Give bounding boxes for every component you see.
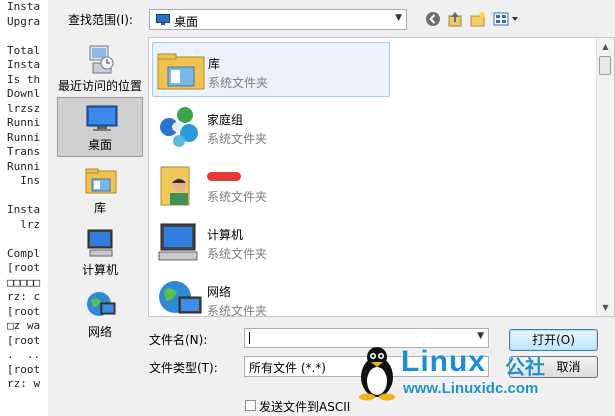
watermark-url: www.Linuxidc.com (403, 380, 539, 397)
network-icon (159, 281, 202, 314)
terminal-line: Insta (7, 0, 41, 13)
up-folder-icon[interactable] (446, 10, 464, 28)
terminal-line: . .. (7, 348, 41, 361)
terminal-line: □z wa (7, 319, 41, 332)
item-name: 家庭组 (207, 113, 244, 127)
lookin-value: 桌面 (174, 15, 199, 29)
item-type: 系统文件夹 (207, 304, 268, 317)
terminal-line: lrz (7, 217, 41, 231)
scroll-up-icon[interactable]: ▲ (597, 38, 614, 55)
terminal-line: Ins (7, 174, 41, 187)
place-desktop[interactable]: 桌面 (57, 97, 143, 157)
terminal-line: Runni (7, 116, 41, 129)
filetype-value: 所有文件 (*.*) (249, 361, 326, 375)
watermark-cn: 公社 (505, 355, 545, 379)
vertical-scrollbar[interactable]: ▲ ▼ (596, 38, 614, 316)
filename-label: 文件名(N): (149, 333, 208, 347)
chevron-down-icon[interactable]: ▼ (477, 331, 484, 341)
watermark-linux: Linux (401, 345, 486, 378)
filetype-label: 文件类型(T): (149, 361, 218, 375)
terminal-line: rz: w (7, 377, 41, 390)
place-label: 库 (93, 201, 106, 215)
place-label: 网络 (87, 325, 112, 339)
item-type: 系统文件夹 (207, 132, 268, 146)
homegroup-icon (160, 107, 198, 147)
file-list: 库 系统文件夹 家庭组 系统文件夹 系统文件夹 计算机 系统文件夹 网络 系统文… (148, 37, 615, 317)
terminal-line: Runni (7, 159, 41, 173)
desktop-small-icon (156, 14, 170, 25)
lookin-label: 查找范围(I): (68, 13, 133, 27)
back-icon[interactable] (424, 10, 442, 28)
user-folder-icon (160, 166, 190, 206)
places-bar: 最近访问的位置 桌面 库 计算机 网络 (54, 37, 146, 339)
terminal-line: [root (7, 362, 41, 376)
list-item[interactable]: 系统文件夹 (152, 157, 390, 212)
chevron-down-icon[interactable]: ▼ (395, 13, 402, 23)
terminal-line: □□□□□ (7, 275, 41, 289)
lookin-toolbar: 查找范围(I): 桌面 ▼ (48, 0, 615, 38)
item-type: 系统文件夹 (207, 247, 268, 261)
place-libraries[interactable]: 库 (57, 161, 143, 221)
redaction-mark (207, 172, 241, 181)
scroll-down-icon[interactable]: ▼ (597, 299, 614, 316)
linux-watermark: Linux 公社 www.Linuxidc.com (355, 345, 575, 405)
tux-penguin-logo (359, 347, 395, 401)
terminal-line: [root (7, 333, 41, 347)
place-network[interactable]: 网络 (57, 285, 143, 345)
terminal-line: [root (7, 304, 41, 318)
send-ascii-checkbox[interactable] (245, 400, 256, 411)
terminal-line: Insta (7, 58, 41, 71)
terminal-line: [root (7, 261, 41, 274)
terminal-line: Runni (7, 130, 41, 144)
libraries-icon (157, 53, 205, 90)
libraries-icon (85, 168, 117, 194)
terminal-line: Insta (7, 203, 41, 216)
view-menu-icon[interactable] (493, 10, 519, 28)
item-name-redacted (207, 169, 241, 184)
network-icon (87, 292, 116, 316)
list-item[interactable]: 网络 系统文件夹 (152, 271, 390, 317)
lookin-combobox[interactable]: 桌面 ▼ (149, 9, 407, 30)
item-name: 网络 (207, 285, 232, 299)
item-type: 系统文件夹 (208, 76, 269, 90)
terminal-line: Total (7, 43, 41, 57)
scroll-thumb[interactable] (599, 56, 611, 75)
list-item[interactable]: 家庭组 系统文件夹 (152, 99, 390, 154)
item-type: 系统文件夹 (207, 190, 268, 204)
send-ascii-label: 发送文件到ASCII (259, 400, 351, 414)
terminal-line: Is th (7, 72, 41, 86)
terminal-line: Trans (7, 145, 41, 158)
terminal-line: rz: c (7, 290, 41, 303)
new-folder-icon[interactable] (469, 10, 487, 28)
place-label: 最近访问的位置 (57, 79, 142, 93)
place-label: 计算机 (81, 263, 118, 277)
recent-places-icon (89, 45, 114, 74)
item-name: 计算机 (207, 228, 244, 242)
computer-icon (87, 229, 113, 257)
text-caret (249, 332, 250, 344)
list-item[interactable]: 计算机 系统文件夹 (152, 214, 390, 269)
computer-icon (158, 223, 198, 261)
place-computer[interactable]: 计算机 (57, 223, 143, 283)
terminal-line: Downl (7, 87, 41, 100)
item-name: 库 (208, 57, 221, 71)
list-item[interactable]: 库 系统文件夹 (152, 42, 390, 97)
terminal-line: lrzsz (7, 101, 41, 115)
place-recent[interactable]: 最近访问的位置 (57, 39, 143, 99)
terminal-line: Upgra (7, 14, 41, 28)
terminal-line: Compl (7, 246, 41, 260)
background-terminal: Insta Upgra Total Insta Is th Downl lrzs… (0, 0, 49, 416)
place-label: 桌面 (87, 138, 112, 152)
desktop-icon (86, 105, 118, 131)
